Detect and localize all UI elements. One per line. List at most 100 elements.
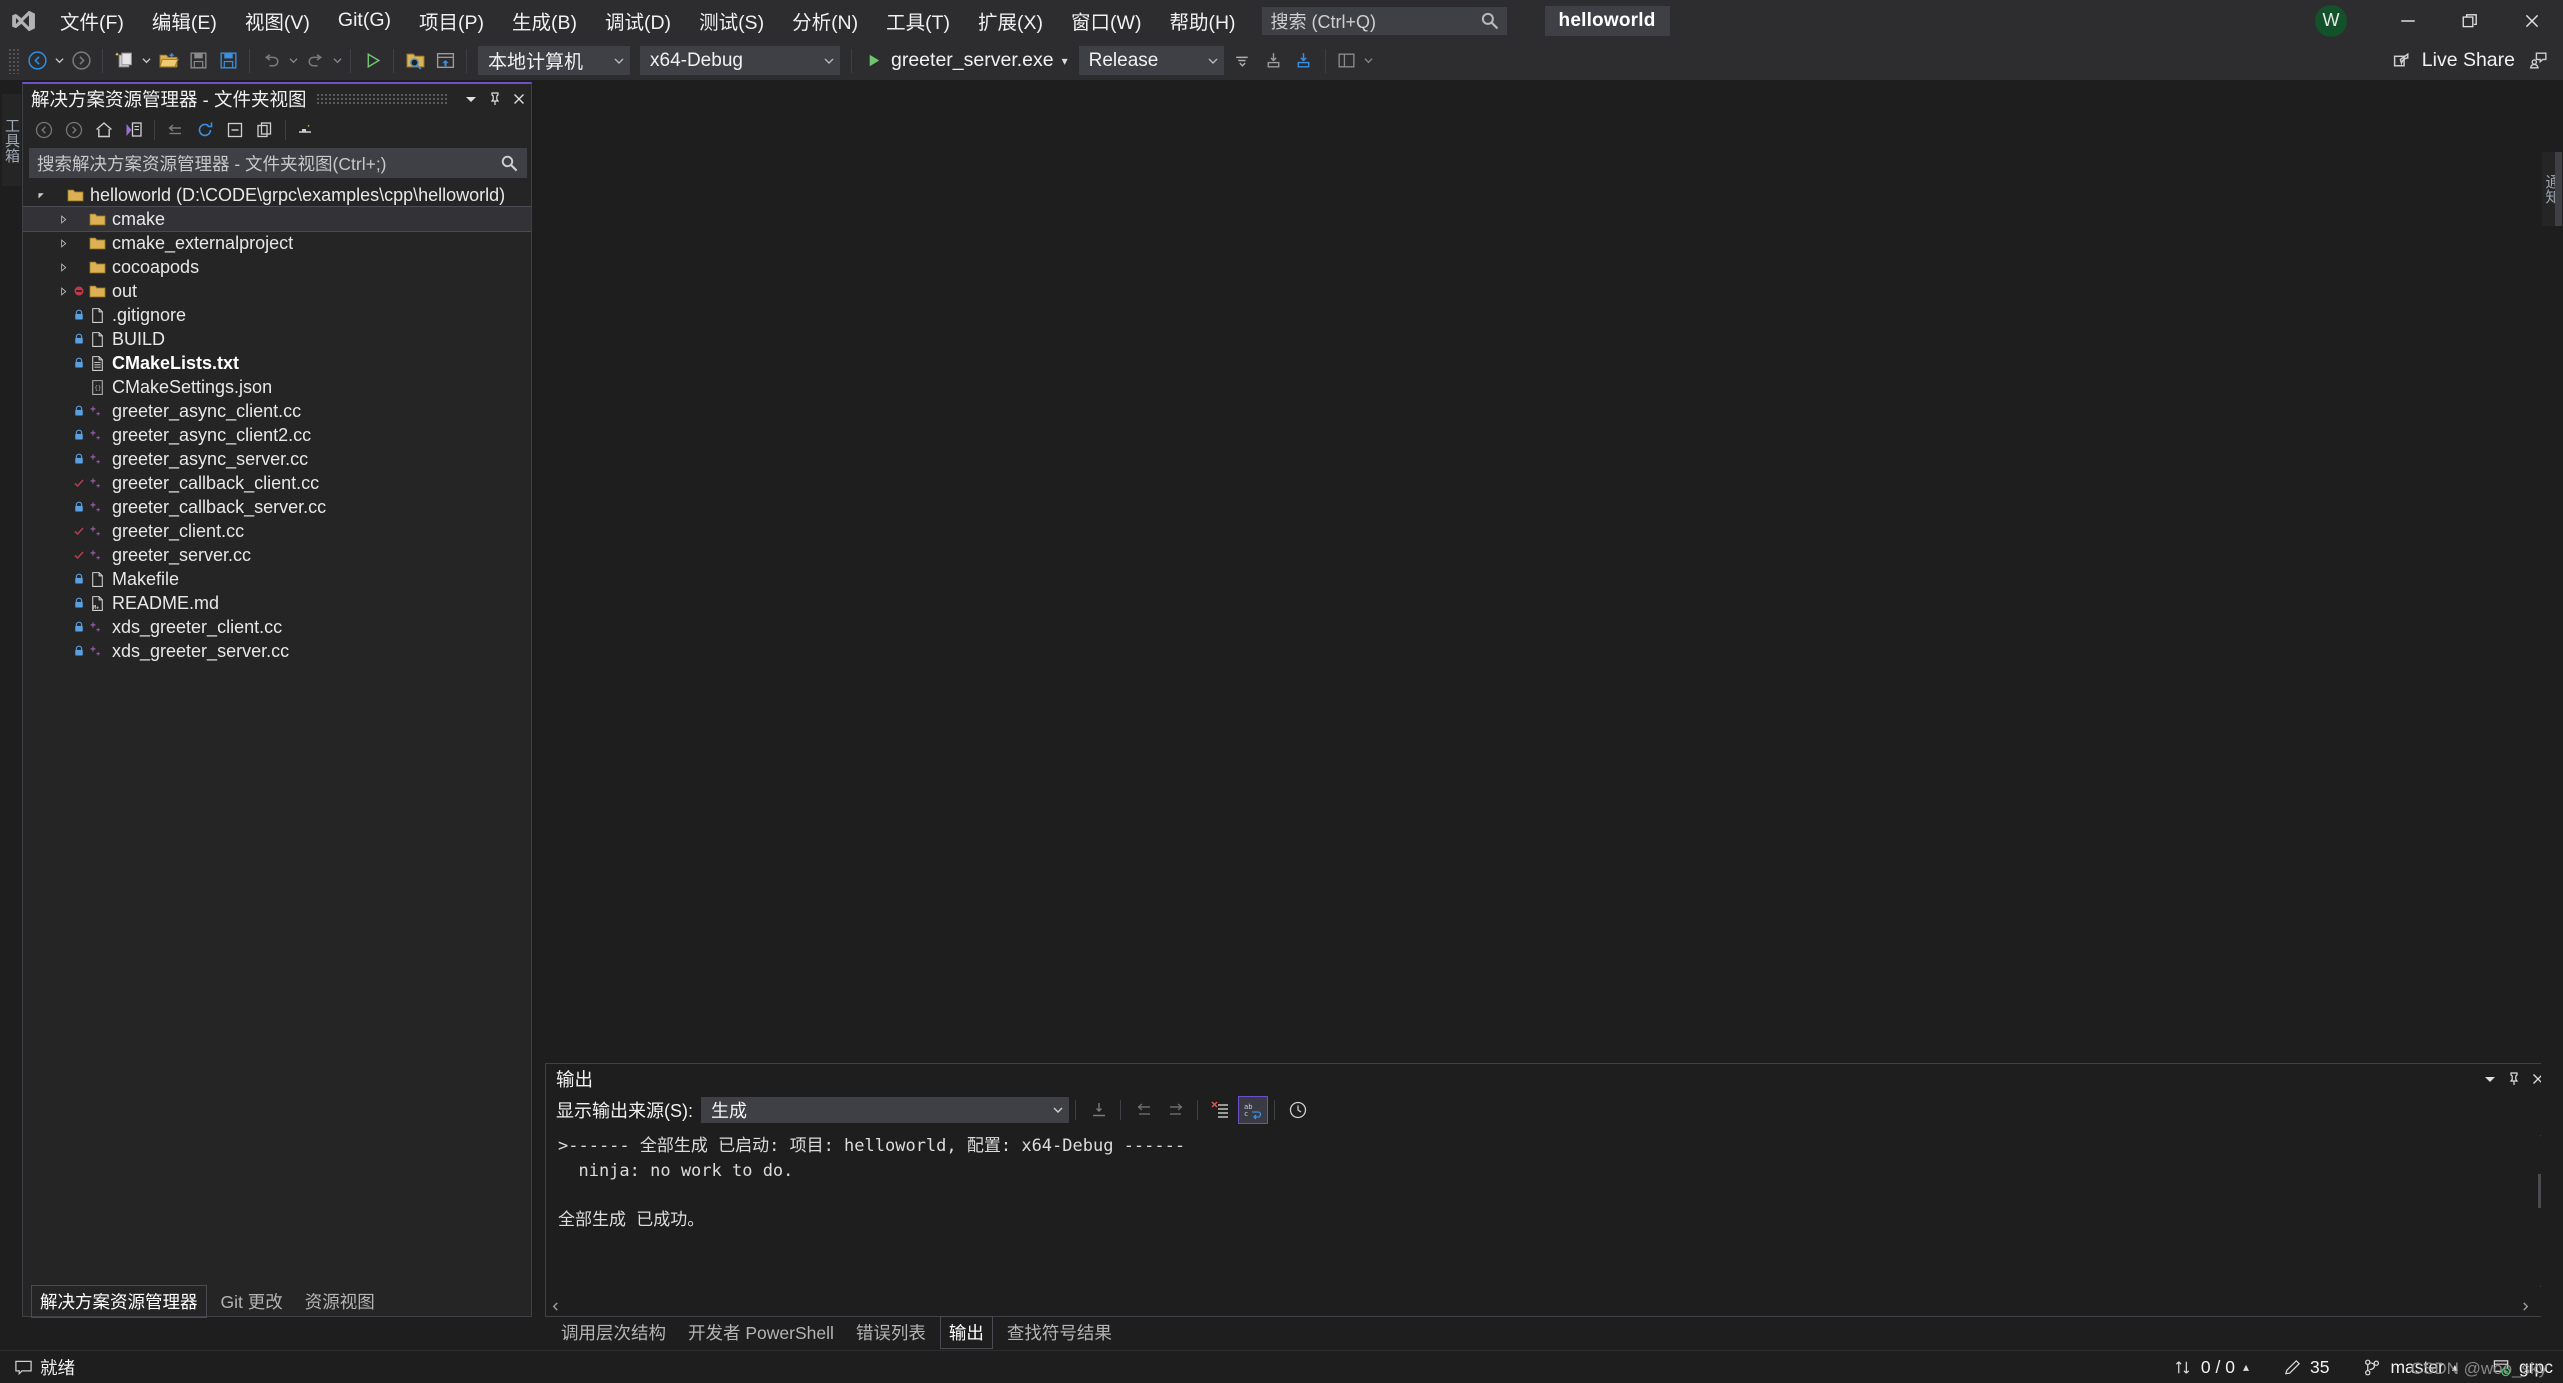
- panel-close-button[interactable]: [507, 86, 531, 112]
- new-project-button[interactable]: [109, 46, 139, 76]
- tree-item[interactable]: + + greeter_callback_server.cc: [23, 495, 531, 519]
- tree-item[interactable]: {} CMakeSettings.json: [23, 375, 531, 399]
- output-text-area[interactable]: >------ 全部生成 已启动: 项目: helloworld, 配置: x6…: [546, 1126, 2554, 1316]
- tab-git-changes[interactable]: Git 更改: [213, 1286, 291, 1317]
- right-rail-scrollbar[interactable]: [2555, 152, 2562, 226]
- expander-collapsed-icon[interactable]: [55, 262, 71, 272]
- panel-drag-handle[interactable]: [316, 92, 449, 105]
- live-share-button[interactable]: Live Share: [2384, 46, 2523, 76]
- tree-item[interactable]: + + greeter_async_client2.cc: [23, 423, 531, 447]
- refresh-button[interactable]: [190, 116, 220, 144]
- new-project-dropdown[interactable]: [139, 46, 153, 76]
- save-button[interactable]: [183, 46, 213, 76]
- feedback-button[interactable]: [2523, 46, 2553, 76]
- tree-item[interactable]: cmake_externalproject: [23, 231, 531, 255]
- status-pending-changes-cell[interactable]: 35: [2283, 1357, 2329, 1378]
- toolbar-grip[interactable]: [8, 47, 20, 74]
- collapse-button[interactable]: [160, 116, 190, 144]
- window-layout-button[interactable]: [1332, 46, 1362, 76]
- tree-item[interactable]: + + greeter_client.cc: [23, 519, 531, 543]
- avatar[interactable]: W: [2315, 4, 2347, 37]
- expander-expanded-icon[interactable]: [33, 191, 49, 200]
- global-search-input[interactable]: 搜索 (Ctrl+Q): [1261, 6, 1507, 35]
- expander-collapsed-icon[interactable]: [55, 286, 71, 296]
- tree-item[interactable]: + + xds_greeter_server.cc: [23, 639, 531, 663]
- redo-button[interactable]: [300, 46, 330, 76]
- feedback-balloon-icon[interactable]: [10, 1358, 36, 1377]
- toggle-word-wrap-button[interactable]: ab c: [1238, 1096, 1268, 1124]
- properties-button[interactable]: [291, 116, 321, 144]
- tab-call-hierarchy[interactable]: 调用层次结构: [553, 1317, 674, 1348]
- menu-extensions[interactable]: 扩展(X): [964, 0, 1057, 41]
- chevron-up-icon[interactable]: ▴: [2452, 1360, 2458, 1374]
- output-panel-pin-button[interactable]: [2502, 1066, 2526, 1092]
- tree-item[interactable]: + + greeter_callback_client.cc: [23, 471, 531, 495]
- next-message-button[interactable]: [1161, 1096, 1191, 1124]
- toolbox-rail-tab[interactable]: 工具箱: [2, 94, 21, 186]
- menu-git[interactable]: Git(G): [324, 0, 405, 41]
- status-repo-cell[interactable]: grpc: [2492, 1357, 2553, 1378]
- previous-message-button[interactable]: [1129, 1096, 1159, 1124]
- open-file-button[interactable]: [153, 46, 183, 76]
- undo-button[interactable]: [256, 46, 286, 76]
- go-to-message-button[interactable]: [1084, 1096, 1114, 1124]
- menu-view[interactable]: 视图(V): [231, 0, 324, 41]
- tree-item[interactable]: + + greeter_server.cc: [23, 543, 531, 567]
- tree-item[interactable]: + + greeter_async_client.cc: [23, 399, 531, 423]
- panel-pin-button[interactable]: [483, 86, 507, 112]
- save-all-button[interactable]: [213, 46, 243, 76]
- tree-item[interactable]: out: [23, 279, 531, 303]
- tab-error-list[interactable]: 错误列表: [848, 1317, 934, 1348]
- menu-window[interactable]: 窗口(W): [1057, 0, 1155, 41]
- navigate-backward-dropdown[interactable]: [52, 46, 66, 76]
- tree-item[interactable]: cmake: [23, 206, 531, 232]
- menu-build[interactable]: 生成(B): [498, 0, 591, 41]
- status-branch-cell[interactable]: master ▴: [2363, 1357, 2458, 1378]
- menu-help[interactable]: 帮助(H): [1155, 0, 1249, 41]
- step-into-button[interactable]: [1259, 46, 1289, 76]
- status-sync-cell[interactable]: 0 / 0 ▴: [2174, 1357, 2249, 1378]
- step-over-button[interactable]: [1289, 46, 1319, 76]
- output-panel-menu-button[interactable]: [2478, 1066, 2502, 1092]
- menu-edit[interactable]: 编辑(E): [138, 0, 231, 41]
- toolbar-overflow-button[interactable]: [1229, 46, 1259, 76]
- forward-button[interactable]: [59, 116, 89, 144]
- menu-analyze[interactable]: 分析(N): [778, 0, 872, 41]
- undo-dropdown[interactable]: [286, 46, 300, 76]
- navigate-backward-button[interactable]: [22, 46, 52, 76]
- menu-project[interactable]: 项目(P): [405, 0, 498, 41]
- expander-collapsed-icon[interactable]: [55, 238, 71, 248]
- restore-button[interactable]: [2439, 0, 2501, 41]
- tab-output[interactable]: 输出: [939, 1315, 993, 1349]
- tree-item[interactable]: + + xds_greeter_client.cc: [23, 615, 531, 639]
- output-horizontal-scrollbar[interactable]: [546, 1296, 2535, 1316]
- clear-output-button[interactable]: [1206, 1096, 1236, 1124]
- solution-explorer-search-input[interactable]: 搜索解决方案资源管理器 - 文件夹视图(Ctrl+;): [29, 148, 527, 178]
- build-configuration-combo[interactable]: Release: [1078, 46, 1224, 75]
- minimize-button[interactable]: [2377, 0, 2439, 41]
- scroll-right-arrow[interactable]: [2516, 1296, 2535, 1316]
- output-source-combo[interactable]: 生成: [701, 1097, 1069, 1123]
- startup-item-button[interactable]: greeter_server.exe ▾: [858, 46, 1074, 76]
- project-name-chip[interactable]: helloworld: [1544, 5, 1670, 36]
- tree-item[interactable]: BUILD: [23, 327, 531, 351]
- tree-item[interactable]: cocoapods: [23, 255, 531, 279]
- tab-find-symbol-results[interactable]: 查找符号结果: [999, 1317, 1120, 1348]
- window-layout-dropdown[interactable]: [1362, 46, 1376, 76]
- tree-item[interactable]: helloworld (D:\CODE\grpc\examples\cpp\he…: [23, 183, 531, 207]
- redo-dropdown[interactable]: [330, 46, 344, 76]
- navigate-forward-button[interactable]: [66, 46, 96, 76]
- back-button[interactable]: [29, 116, 59, 144]
- chevron-down-icon[interactable]: ▾: [1062, 54, 1068, 68]
- menu-test[interactable]: 测试(S): [685, 0, 778, 41]
- show-all-files-button[interactable]: [250, 116, 280, 144]
- tree-item[interactable]: Makefile: [23, 567, 531, 591]
- solution-explorer-tree[interactable]: helloworld (D:\CODE\grpc\examples\cpp\he…: [23, 181, 531, 1286]
- sync-with-active-document-button[interactable]: [119, 116, 149, 144]
- close-button[interactable]: [2501, 0, 2563, 41]
- tab-class-view[interactable]: 资源视图: [297, 1286, 383, 1317]
- home-button[interactable]: [89, 116, 119, 144]
- panel-menu-button[interactable]: [459, 86, 483, 112]
- debug-target-combo[interactable]: 本地计算机: [478, 46, 630, 75]
- configure-cmake-button[interactable]: [430, 46, 460, 76]
